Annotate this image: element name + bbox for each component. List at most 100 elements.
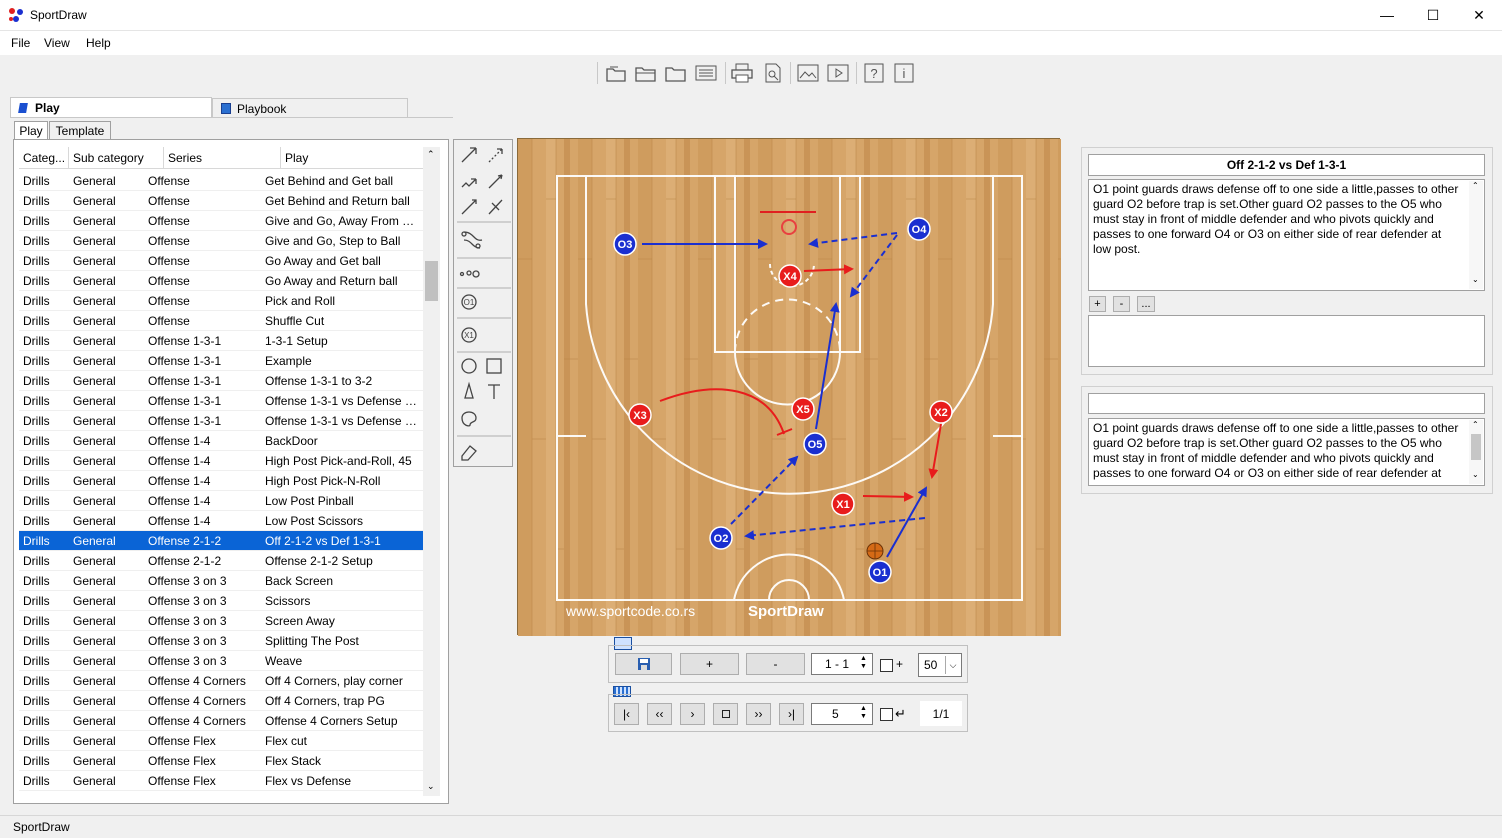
plus-checkbox[interactable] xyxy=(880,659,893,672)
play-title-field[interactable]: Off 2-1-2 vs Def 1-3-1 xyxy=(1088,154,1485,176)
table-row[interactable]: Drills General Offense 3 on 3 Scissors xyxy=(19,591,423,611)
last-frame-icon[interactable]: ›| xyxy=(779,703,804,725)
print-icon[interactable] xyxy=(729,61,755,85)
menu-help[interactable]: Help xyxy=(86,36,111,50)
play-description-field[interactable]: O1 point guards draws defense off to one… xyxy=(1088,179,1485,291)
stop-icon[interactable] xyxy=(713,703,738,725)
remove-frame-button[interactable]: - xyxy=(746,653,805,675)
tool-cone-icon[interactable] xyxy=(457,382,481,404)
tool-curve-icon[interactable] xyxy=(457,226,509,254)
remove-note-button[interactable]: - xyxy=(1113,296,1130,312)
table-row[interactable]: Drills General Offense 2-1-2 Offense 2-1-2 … xyxy=(19,551,423,571)
menu-file[interactable]: File xyxy=(11,36,30,50)
tool-color-palette-icon[interactable] xyxy=(457,408,481,430)
folder-icon[interactable] xyxy=(663,61,689,85)
tab-play[interactable]: Play xyxy=(10,97,212,118)
image-export-icon[interactable] xyxy=(795,61,821,85)
table-row[interactable]: Drills General Offense 3 on 3 Weave xyxy=(19,651,423,671)
tool-dashed-arrow-icon[interactable] xyxy=(485,143,509,167)
table-row[interactable]: Drills General Offense Get Behind and Retur… xyxy=(19,191,423,211)
player-x5[interactable]: X5 xyxy=(791,397,815,421)
table-row[interactable]: Drills General Offense 1-3-1 Offense 1-3-1 … xyxy=(19,371,423,391)
court-canvas[interactable]: www.sportcode.co.rs SportDraw O3 O4 O5 O… xyxy=(517,138,1061,636)
list-icon[interactable] xyxy=(693,61,719,85)
rewind-icon[interactable]: ‹‹ xyxy=(647,703,672,725)
play-icon[interactable]: › xyxy=(680,703,705,725)
col-series[interactable]: Series xyxy=(164,147,281,169)
table-row[interactable]: Drills General Offense 1-3-1 1-3-1 Setup xyxy=(19,331,423,351)
player-o3[interactable]: O3 xyxy=(613,232,637,256)
table-row[interactable]: Drills General Offense 1-4 High Post Pick-N… xyxy=(19,471,423,491)
first-frame-icon[interactable]: |‹ xyxy=(614,703,639,725)
table-row[interactable]: Drills General Offense Flex Flex cut xyxy=(19,731,423,751)
table-row[interactable]: Drills General Offense Flex Flex vs Defense xyxy=(19,771,423,791)
info-icon[interactable]: i xyxy=(891,61,917,85)
add-note-button[interactable]: + xyxy=(1089,296,1106,312)
scroll-up-icon[interactable]: ⌃ xyxy=(1472,181,1479,190)
tool-rectangle-icon[interactable] xyxy=(485,356,509,378)
tool-zigzag-arrow-icon[interactable] xyxy=(457,170,481,194)
col-subcategory[interactable]: Sub category xyxy=(69,147,164,169)
table-row[interactable]: Drills General Offense 4 Corners Off 4 Corn… xyxy=(19,671,423,691)
maximize-icon[interactable]: ☐ xyxy=(1410,0,1456,30)
minimize-icon[interactable]: — xyxy=(1364,0,1410,30)
tool-arrow-icon[interactable] xyxy=(457,143,481,167)
new-file-icon[interactable] xyxy=(603,61,629,85)
fast-forward-icon[interactable]: ›› xyxy=(746,703,771,725)
scroll-up-icon[interactable]: ⌃ xyxy=(427,149,435,160)
player-x2[interactable]: X2 xyxy=(929,400,953,424)
tool-screen-arrow-icon[interactable] xyxy=(485,170,509,194)
tab-playbook[interactable]: Playbook xyxy=(212,98,408,118)
scroll-thumb[interactable] xyxy=(1471,434,1481,460)
col-category[interactable]: Categ... xyxy=(19,147,69,169)
loop-checkbox[interactable] xyxy=(880,708,893,721)
player-o2[interactable]: O2 xyxy=(709,526,733,550)
help-icon[interactable]: ? xyxy=(861,61,887,85)
table-row[interactable]: Drills General Offense Go Away and Get ball xyxy=(19,251,423,271)
table-row[interactable]: Drills General Offense Shuffle Cut xyxy=(19,311,423,331)
tool-circle-icon[interactable] xyxy=(457,356,481,378)
save-frame-button[interactable] xyxy=(615,653,672,675)
frame-description-field[interactable]: O1 point guards draws defense off to one… xyxy=(1088,418,1485,486)
table-row[interactable]: Drills General Offense 1-3-1 Offense 1-3-1 … xyxy=(19,411,423,431)
table-row[interactable]: Drills General Offense Get Behind and Get b… xyxy=(19,171,423,191)
col-play[interactable]: Play xyxy=(281,147,423,169)
open-folder-icon[interactable] xyxy=(633,61,659,85)
tool-pass-arrow-icon[interactable] xyxy=(457,196,481,220)
description-scrollbar[interactable]: ⌃ ⌄ xyxy=(1469,181,1483,289)
scroll-thumb[interactable] xyxy=(425,261,438,301)
table-row[interactable]: Drills General Offense 1-3-1 Example xyxy=(19,351,423,371)
table-row[interactable]: Drills General Offense Go Away and Return b… xyxy=(19,271,423,291)
table-row[interactable]: Drills General Offense 1-4 Low Post Scissor… xyxy=(19,511,423,531)
table-row[interactable]: Drills General Offense 4 Corners Offense 4 … xyxy=(19,711,423,731)
notes-field[interactable] xyxy=(1088,315,1485,367)
tool-block-arrow-icon[interactable] xyxy=(485,196,509,220)
table-row[interactable]: Drills General Offense 1-4 High Post Pick-a… xyxy=(19,451,423,471)
tool-text-icon[interactable] xyxy=(485,382,509,404)
table-row[interactable]: Drills General Offense 1-3-1 Offense 1-3-1 … xyxy=(19,391,423,411)
speed-arrows-icon[interactable]: ▲ ▼ xyxy=(860,705,867,721)
frame-description-scrollbar[interactable]: ⌃ ⌄ xyxy=(1469,420,1483,484)
table-row[interactable]: Drills General Offense 1-4 BackDoor xyxy=(19,431,423,451)
player-x4[interactable]: X4 xyxy=(778,264,802,288)
scroll-up-icon[interactable]: ⌃ xyxy=(1472,420,1479,429)
table-row[interactable]: Drills General Offense Give and Go, Away Fr… xyxy=(19,211,423,231)
scroll-down-icon[interactable]: ⌄ xyxy=(427,781,435,792)
add-frame-button[interactable]: + xyxy=(680,653,739,675)
tool-eraser-icon[interactable] xyxy=(457,440,481,462)
frame-title-field[interactable] xyxy=(1088,393,1485,414)
tab-template[interactable]: Template xyxy=(49,121,111,139)
video-export-icon[interactable] xyxy=(825,61,851,85)
tool-defense-player-icon[interactable] xyxy=(457,324,481,348)
player-o1[interactable]: O1 xyxy=(868,560,892,584)
table-row[interactable]: Drills General Offense 2-1-2 Off 2-1-2 vs D… xyxy=(19,531,423,551)
table-row[interactable]: Drills General Offense 3 on 3 Splitting The… xyxy=(19,631,423,651)
basketball-icon[interactable] xyxy=(866,542,884,560)
table-row[interactable]: Drills General Offense 1-4 Low Post Pinball xyxy=(19,491,423,511)
table-row[interactable]: Drills General Offense Flex Flex Stack xyxy=(19,751,423,771)
table-row[interactable]: Drills General Offense 3 on 3 Screen Away xyxy=(19,611,423,631)
table-row[interactable]: Drills General Offense Pick and Roll xyxy=(19,291,423,311)
player-x3[interactable]: X3 xyxy=(628,403,652,427)
tool-ball-icon[interactable] xyxy=(457,262,509,286)
more-note-button[interactable]: ... xyxy=(1137,296,1155,312)
